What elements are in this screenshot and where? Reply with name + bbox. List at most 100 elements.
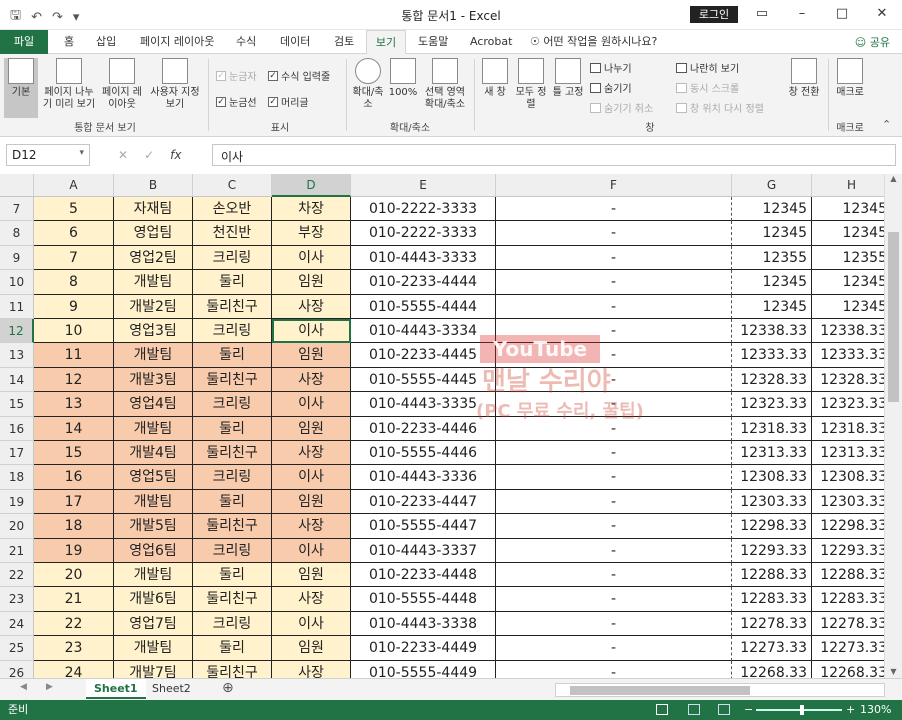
cell-a[interactable]: 11 [34,343,114,368]
cell-e[interactable]: 010-2233-4444 [351,270,496,295]
cell-e[interactable]: 010-5555-4447 [351,514,496,539]
cell-h[interactable]: 12338.33 [812,319,884,344]
cell-a[interactable]: 22 [34,611,114,637]
tab-home[interactable]: 홈 [60,30,78,54]
cell-a[interactable]: 7 [34,245,114,271]
cell-h[interactable]: 12298.33 [812,514,884,539]
column-header-f[interactable]: F [496,174,732,197]
cell-g[interactable]: 12288.33 [732,563,812,588]
cell-c[interactable]: 크리링 [193,611,272,637]
cell-g[interactable]: 12283.33 [732,587,812,612]
cell-g[interactable]: 12313.33 [732,441,812,466]
column-header-a[interactable]: A [34,174,114,197]
cell-b[interactable]: 개발5팀 [114,514,193,539]
cell-h[interactable]: 12283.33 [812,587,884,612]
cell-a[interactable]: 18 [34,514,114,539]
column-header-c[interactable]: C [193,174,272,197]
cell-d[interactable]: 이사 [272,538,351,563]
cell-g[interactable]: 12345 [732,270,812,295]
cell-g[interactable]: 12345 [732,294,812,319]
cell-f[interactable]: - [496,441,732,466]
cell-h[interactable]: 12333.33 [812,343,884,368]
sheet-next-icon[interactable]: ▶ [46,682,53,692]
tab-review[interactable]: 검토 [330,30,358,54]
cell-a[interactable]: 16 [34,465,114,490]
cell-a[interactable]: 19 [34,538,114,563]
cell-a[interactable]: 10 [34,319,114,344]
cell-c[interactable]: 둘리친구 [193,660,272,678]
cell-f[interactable]: - [496,611,732,637]
tab-file[interactable]: 파일 [0,30,48,54]
cell-c[interactable]: 크리링 [193,319,272,344]
cell-c[interactable]: 둘리 [193,343,272,368]
row-header[interactable]: 26 [0,660,34,678]
cell-a[interactable]: 17 [34,489,114,515]
macros-button[interactable]: 매크로 [832,58,868,118]
tab-help[interactable]: 도움말 [414,30,452,54]
cell-h[interactable]: 12303.33 [812,489,884,515]
cell-d[interactable]: 이사 [272,392,351,417]
column-header-e[interactable]: E [351,174,496,197]
row-header[interactable]: 25 [0,636,34,661]
row-header[interactable]: 24 [0,611,34,637]
cell-d[interactable]: 부장 [272,221,351,246]
cell-h[interactable]: 12318.33 [812,416,884,441]
cell-d[interactable]: 사장 [272,367,351,393]
cell-f[interactable]: - [496,636,732,661]
cell-g[interactable]: 12355 [732,245,812,271]
cell-e[interactable]: 010-5555-4449 [351,660,496,678]
cell-h[interactable]: 12308.33 [812,465,884,490]
minimize-icon[interactable]: – [782,0,822,28]
cell-a[interactable]: 20 [34,563,114,588]
page-break-preview-button[interactable]: 페이지 나누기 미리 보기 [40,58,98,118]
column-header-b[interactable]: B [114,174,193,197]
tab-page-layout[interactable]: 페이지 레이아웃 [136,30,218,54]
cell-d[interactable]: 임원 [272,416,351,441]
formula-input[interactable]: 이사 [212,144,896,166]
cell-d[interactable]: 사장 [272,514,351,539]
cell-d[interactable]: 사장 [272,587,351,612]
cell-d[interactable]: 이사 [272,245,351,271]
cell-b[interactable]: 개발4팀 [114,441,193,466]
select-all-corner[interactable] [0,174,34,197]
add-sheet-icon[interactable]: ⊕ [222,680,234,696]
cell-a[interactable]: 14 [34,416,114,441]
cell-a[interactable]: 21 [34,587,114,612]
cell-h[interactable]: 12345 [812,221,884,246]
cell-d[interactable]: 사장 [272,441,351,466]
cell-a[interactable]: 24 [34,660,114,678]
cell-d[interactable]: 임원 [272,270,351,295]
column-header-d[interactable]: D [272,174,351,197]
cell-c[interactable]: 둘리 [193,563,272,588]
cell-g[interactable]: 12345 [732,197,812,222]
cell-f[interactable]: - [496,587,732,612]
cell-b[interactable]: 영업6팀 [114,538,193,563]
page-layout-view-button[interactable]: 페이지 레이아웃 [100,58,144,118]
sheet-prev-icon[interactable]: ◀ [20,682,27,692]
cell-h[interactable]: 12355 [812,245,884,271]
page-break-status-icon[interactable] [718,704,730,715]
reset-window-button[interactable]: 창 위치 다시 정렬 [676,100,764,115]
row-header[interactable]: 11 [0,294,34,319]
cell-f[interactable]: - [496,563,732,588]
cell-a[interactable]: 6 [34,221,114,246]
h-scroll-thumb[interactable] [570,686,750,695]
share-button[interactable]: ☺ 공유 [855,34,890,50]
ruler-checkbox[interactable]: ✓ 눈금자 [216,68,257,83]
tab-data[interactable]: 데이터 [276,30,314,54]
cell-c[interactable]: 크리링 [193,392,272,417]
cell-b[interactable]: 영업4팀 [114,392,193,417]
row-header[interactable]: 8 [0,221,34,246]
sync-scroll-button[interactable]: 동시 스크롤 [676,80,739,95]
tab-formulas[interactable]: 수식 [232,30,260,54]
cell-f[interactable]: - [496,294,732,319]
view-side-by-side-button[interactable]: 나란히 보기 [676,60,739,75]
close-icon[interactable]: ✕ [862,0,902,28]
normal-view-status-icon[interactable] [656,704,668,715]
cell-c[interactable]: 둘리 [193,489,272,515]
cell-a[interactable]: 13 [34,392,114,417]
page-layout-status-icon[interactable] [688,704,700,715]
cell-e[interactable]: 010-5555-4446 [351,441,496,466]
cell-g[interactable]: 12278.33 [732,611,812,637]
row-header[interactable]: 12 [0,319,34,344]
